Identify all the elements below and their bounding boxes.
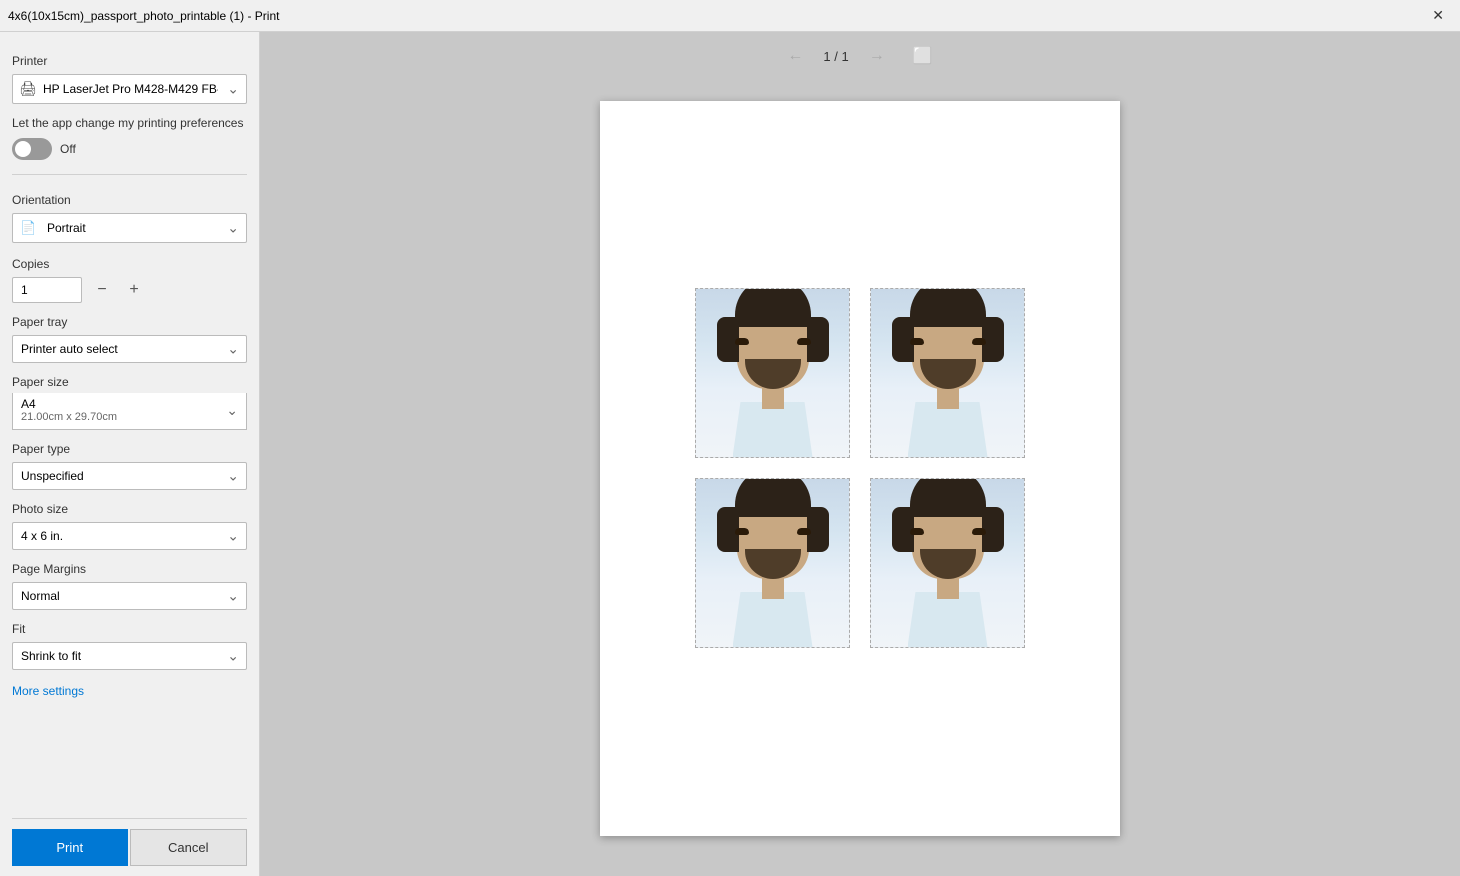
passport-photo-1 xyxy=(696,289,849,457)
shirt-4 xyxy=(908,592,988,647)
divider-1 xyxy=(12,174,247,175)
eye-right-4 xyxy=(972,528,986,535)
printer-select-wrapper: 🖨 HP LaserJet Pro M428-M429 FB-8 xyxy=(12,74,247,104)
paper-tray-wrapper: Printer auto select Manual feed Tray 1 xyxy=(12,335,247,363)
passport-photo-3 xyxy=(696,479,849,647)
photo-cell-2 xyxy=(870,288,1025,458)
print-button[interactable]: Print xyxy=(12,829,128,866)
orientation-label: Orientation xyxy=(12,193,247,207)
orientation-select[interactable]: Portrait Landscape xyxy=(12,213,247,243)
toggle-thumb xyxy=(15,141,31,157)
photo-cell-4 xyxy=(870,478,1025,648)
page-margins-label: Page Margins xyxy=(12,562,247,576)
fit-select[interactable]: Shrink to fit Fill frame Actual size xyxy=(12,642,247,670)
paper-preview xyxy=(600,101,1120,836)
photo-cell-3 xyxy=(695,478,850,648)
nav-bar: ← 1 / 1 → ⬜ xyxy=(260,32,1460,80)
hair-3 xyxy=(735,479,811,517)
eye-left-3 xyxy=(735,528,749,535)
shirt-3 xyxy=(733,592,813,647)
toggle-track xyxy=(12,138,52,160)
more-settings-link[interactable]: More settings xyxy=(12,684,247,698)
photo-cell-1 xyxy=(695,288,850,458)
cancel-button[interactable]: Cancel xyxy=(130,829,248,866)
title-bar: 4x6(10x15cm)_passport_photo_printable (1… xyxy=(0,0,1460,32)
paper-type-wrapper: Unspecified Plain Photo xyxy=(12,462,247,490)
page-margins-wrapper: Normal Narrow Wide None xyxy=(12,582,247,610)
hair-1 xyxy=(735,289,811,327)
person-figure-1 xyxy=(696,289,849,457)
paper-size-chevron-icon: ⌄ xyxy=(226,402,238,419)
eye-right-3 xyxy=(797,528,811,535)
photo-size-label: Photo size xyxy=(12,502,247,516)
eye-left-4 xyxy=(910,528,924,535)
preview-area xyxy=(260,80,1460,876)
person-figure-4 xyxy=(871,479,1024,647)
shirt-1 xyxy=(733,402,813,457)
app-preferences-label: Let the app change my printing preferenc… xyxy=(12,116,247,130)
passport-photo-2 xyxy=(871,289,1024,457)
left-panel: Printer 🖨 HP LaserJet Pro M428-M429 FB-8… xyxy=(0,32,260,876)
next-page-button[interactable]: → xyxy=(861,43,893,69)
fullscreen-button[interactable]: ⬜ xyxy=(905,42,941,70)
toggle-row: Off xyxy=(12,138,247,160)
orientation-wrapper: 📄 Portrait Landscape xyxy=(12,213,247,243)
eye-left-2 xyxy=(910,338,924,345)
copies-input[interactable]: 1 xyxy=(12,277,82,303)
toggle-state-label: Off xyxy=(60,142,76,156)
paper-type-select[interactable]: Unspecified Plain Photo xyxy=(12,462,247,490)
fit-label: Fit xyxy=(12,622,247,636)
bottom-buttons: Print Cancel xyxy=(12,818,247,876)
copies-label: Copies xyxy=(12,257,247,271)
paper-size-subvalue: 21.00cm x 29.70cm xyxy=(21,411,117,423)
paper-type-label: Paper type xyxy=(12,442,247,456)
app-preferences-toggle[interactable] xyxy=(12,138,52,160)
close-button[interactable]: ✕ xyxy=(1424,3,1452,28)
person-figure-3 xyxy=(696,479,849,647)
eye-right-1 xyxy=(797,338,811,345)
hair-2 xyxy=(910,289,986,327)
printer-select[interactable]: HP LaserJet Pro M428-M429 FB-8 xyxy=(12,74,247,104)
paper-tray-label: Paper tray xyxy=(12,315,247,329)
copies-decrement-button[interactable]: − xyxy=(90,278,114,302)
window-title: 4x6(10x15cm)_passport_photo_printable (1… xyxy=(8,9,279,23)
page-margins-select[interactable]: Normal Narrow Wide None xyxy=(12,582,247,610)
right-panel: ← 1 / 1 → ⬜ xyxy=(260,32,1460,876)
photo-grid xyxy=(665,258,1055,678)
copies-row: 1 − + xyxy=(12,277,247,303)
photo-size-select[interactable]: 4 x 6 in. 5 x 7 in. 8 x 10 in. xyxy=(12,522,247,550)
paper-size-display: A4 21.00cm x 29.70cm ⌄ xyxy=(12,393,247,430)
eye-left-1 xyxy=(735,338,749,345)
page-indicator: 1 / 1 xyxy=(823,49,848,64)
paper-tray-select[interactable]: Printer auto select Manual feed Tray 1 xyxy=(12,335,247,363)
prev-page-button[interactable]: ← xyxy=(779,43,811,69)
person-figure-2 xyxy=(871,289,1024,457)
hair-4 xyxy=(910,479,986,517)
paper-size-value: A4 xyxy=(21,397,117,411)
paper-size-label: Paper size xyxy=(12,375,247,389)
copies-increment-button[interactable]: + xyxy=(122,278,146,302)
fit-wrapper: Shrink to fit Fill frame Actual size xyxy=(12,642,247,670)
passport-photo-4 xyxy=(871,479,1024,647)
printer-label: Printer xyxy=(12,54,247,68)
photo-size-wrapper: 4 x 6 in. 5 x 7 in. 8 x 10 in. xyxy=(12,522,247,550)
main-container: Printer 🖨 HP LaserJet Pro M428-M429 FB-8… xyxy=(0,32,1460,876)
shirt-2 xyxy=(908,402,988,457)
app-preferences-section: Let the app change my printing preferenc… xyxy=(12,116,247,166)
eye-right-2 xyxy=(972,338,986,345)
